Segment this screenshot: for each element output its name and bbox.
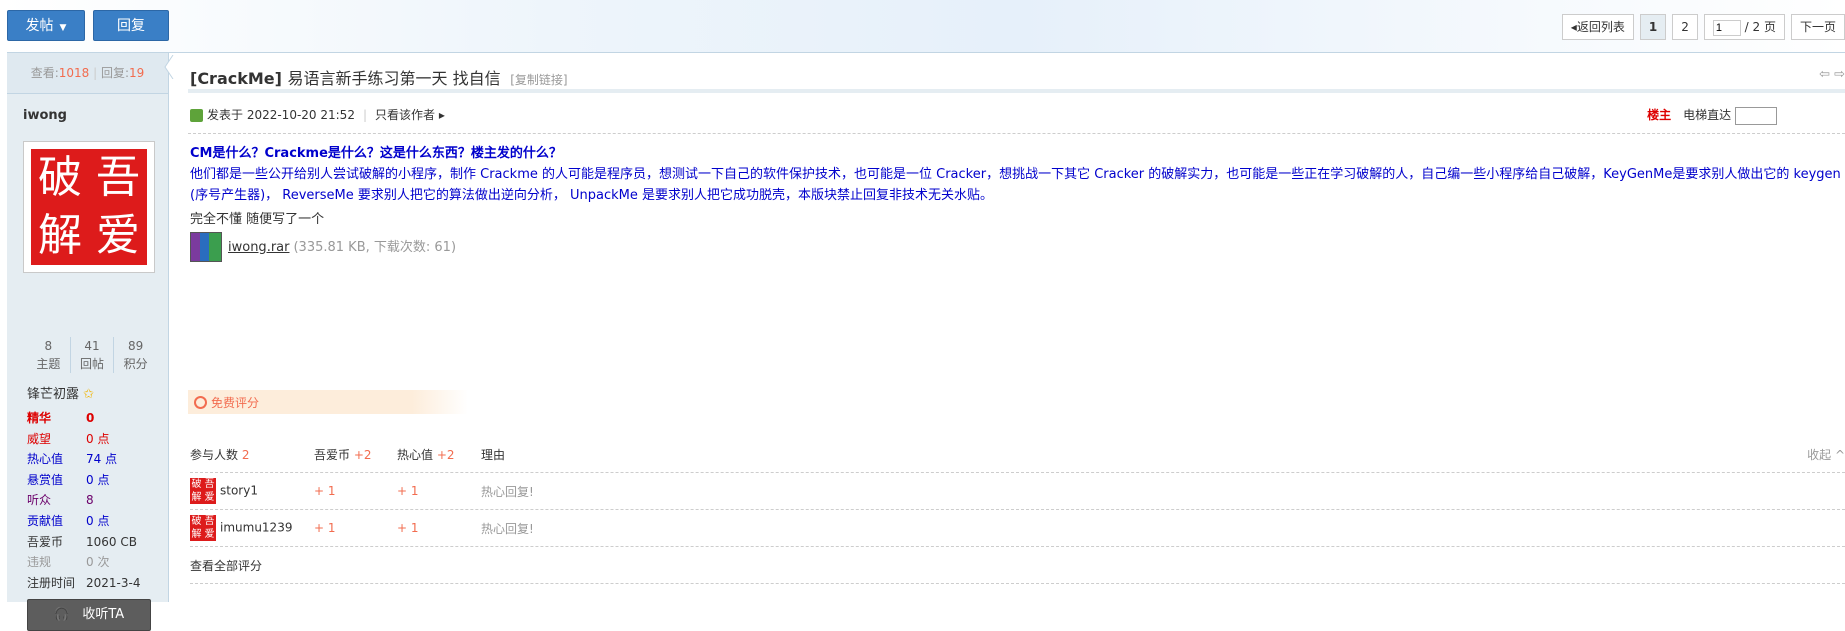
rating-header: 参与人数 2 吾爱币 +2 热心值 +2 理由 收起 ^ [190,436,1845,473]
page-2-button[interactable]: 2 [1672,14,1698,40]
chevron-down-icon: ▼ [59,23,67,33]
copy-link[interactable]: [复制链接] [510,73,567,87]
view-all-row: 查看全部评分 [190,547,1845,584]
info-row: 吾爱币 1060 CB [27,534,137,549]
post-title: [CrackMe] 易语言新手练习第一天 找自信 [复制链接] [190,69,568,88]
free-rating-bar: 免费评分 [188,390,468,414]
back-to-list-button[interactable]: ◂返回列表 [1561,14,1634,40]
info-row: 注册时间 2021-3-4 [27,575,141,590]
share-icons[interactable]: ⇦ ⇨ [1819,67,1845,82]
thread-stats: 查看:1018 | 回复:19 [7,53,168,94]
post-main: [CrackMe] 易语言新手练习第一天 找自信 [复制链接] ⇦ ⇨ 发表于 … [169,53,1845,602]
author-only-link[interactable]: 只看该作者 [375,108,435,122]
listen-button[interactable]: 🎧 收听TA [27,599,151,631]
info-row: 热心值 74 点 [27,452,118,467]
rater-name[interactable]: imumu1239 [220,521,292,535]
user-rank: 锋芒初露 ✩ [27,387,95,402]
user-avatar-icon[interactable]: 破吾解爱 [190,478,216,504]
post-explanation: 他们都是一些公开给别人尝试破解的小程序，制作 Crackme 的人可能是程序员，… [190,167,1841,203]
reply-button[interactable]: 回复 [93,10,169,41]
view-all-ratings-link[interactable]: 查看全部评分 [190,557,262,574]
post-meta: 发表于 2022-10-20 21:52 | 只看该作者 ▸ [190,105,445,125]
post-body: 完全不懂 随便写了一个 [190,212,325,227]
rating-table: 参与人数 2 吾爱币 +2 热心值 +2 理由 收起 ^ 破吾解爱 story1 … [190,436,1845,584]
star-icon: ✩ [83,387,95,402]
info-row: 听众 8 [27,493,94,508]
post-frame: 查看:1018 | 回复:19 iwong 破 吾 解 爱 8 主题 41 回帖 8… [7,52,1845,631]
floor-label: 楼主 [1647,108,1672,122]
headphones-icon: 🎧 [53,607,70,622]
elevator-input[interactable] [1735,106,1777,125]
info-row: 威望 0 点 [27,431,110,446]
info-row: 悬赏值 0 点 [27,472,110,487]
info-row: 违规 0 次 [27,555,110,570]
page-number-input[interactable] [1712,19,1741,36]
page-jump: / 2 页 [1703,14,1785,40]
page-1-button[interactable]: 1 [1639,14,1667,40]
rater-name[interactable]: story1 [220,484,258,498]
rar-file-icon [190,232,222,262]
online-user-icon [190,109,203,122]
collapse-button[interactable]: 收起 ^ [1807,446,1845,463]
count-replies[interactable]: 41 回帖 [71,337,115,373]
avatar[interactable]: 破 吾 解 爱 [23,141,155,273]
post-question: CM是什么？Crackme是什么？这是什么东西？楼主发的什么？ [190,146,562,161]
count-points[interactable]: 89 积分 [114,337,157,373]
attachment: iwong.rar (335.81 KB, 下载次数: 61) [190,232,1845,262]
avatar-seal: 破 吾 解 爱 [31,149,147,265]
author-sidebar: 查看:1018 | 回复:19 iwong 破 吾 解 爱 8 主题 41 回帖 8… [7,53,174,631]
attachment-link[interactable]: iwong.rar [228,237,289,258]
meta-divider [188,133,1845,134]
author-name[interactable]: iwong [23,108,67,123]
author-counts: 8 主题 41 回帖 89 积分 [27,337,157,373]
count-topics[interactable]: 8 主题 [27,337,71,373]
title-divider [188,89,1845,93]
pagination: ◂返回列表 1 2 / 2 页 下一页 [1561,14,1845,40]
post-content: CM是什么？Crackme是什么？这是什么东西？楼主发的什么？ 他们都是一些公开… [190,143,1845,262]
post-button[interactable]: 发帖 ▼ [7,10,85,41]
circle-icon [194,396,207,409]
next-page-button[interactable]: 下一页 [1790,14,1845,40]
floor-info: 楼主 电梯直达 [1647,105,1777,125]
table-row: 破吾解爱 story1 + 1 + 1 热心回复! [190,473,1845,510]
triangle-right-icon: ▸ [438,108,445,122]
author-info: 精华 0 威望 0 点热心值 74 点悬赏值 0 点听众 8 贡献值 0 点吾爱币 1060 CB… [27,408,140,593]
info-row: 贡献值 0 点 [27,513,110,528]
table-row: 破吾解爱 imumu1239 + 1 + 1 热心回复! [190,510,1845,547]
info-row: 精华 0 [27,411,95,425]
top-toolbar: 发帖▼ 回复 ◂返回列表 1 2 / 2 页 下一页 [0,0,1845,52]
user-avatar-icon[interactable]: 破吾解爱 [190,515,216,541]
